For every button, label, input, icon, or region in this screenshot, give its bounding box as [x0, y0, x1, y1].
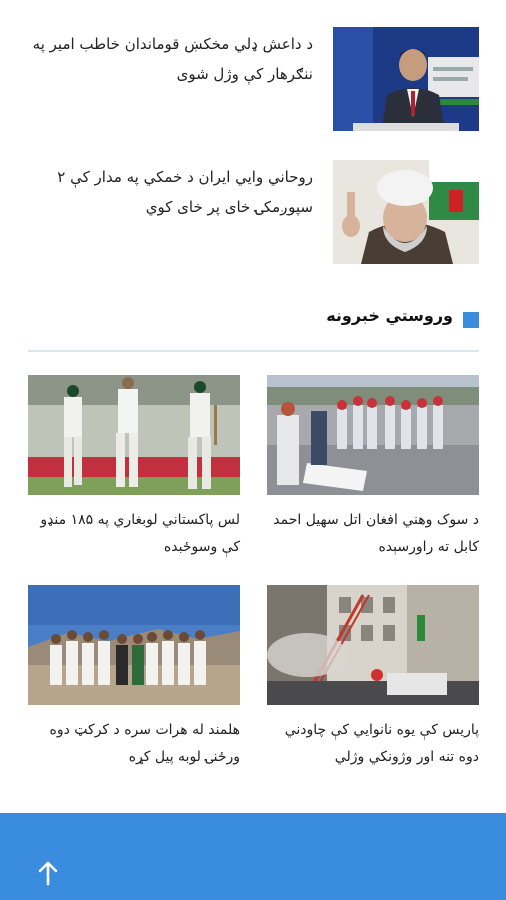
story-title[interactable]: د داعش ډلي مخکښ قوماندان خاطب امیر په نن… [28, 29, 313, 89]
footer-bar [0, 813, 506, 900]
section-divider [28, 350, 479, 352]
news-card[interactable]: لس پاکستاني لوبغاري په ۱۸۵ منډو کې وسوځب… [28, 375, 240, 561]
card-caption[interactable]: پاریس کې یوه نانوایي کې چاودني دوه تنه ا… [267, 717, 479, 771]
cricket-players-photo[interactable] [28, 375, 240, 495]
story-item[interactable]: روحاني وايي ایران د خمکي په مدار کې ۲ سپ… [0, 160, 506, 270]
arrow-up-icon[interactable] [37, 860, 59, 886]
section-marker [463, 312, 479, 328]
news-card[interactable]: هلمند له هرات سره د کرکټ دوه ورځنۍ لوبه … [28, 585, 240, 771]
paris-fire-street-photo[interactable] [267, 585, 479, 705]
speaker-at-podium-photo[interactable] [333, 27, 479, 131]
section-title: وروستي خبرونه [326, 306, 453, 325]
card-caption[interactable]: هلمند له هرات سره د کرکټ دوه ورځنۍ لوبه … [28, 717, 241, 771]
card-caption[interactable]: لس پاکستاني لوبغاري په ۱۸۵ منډو کې وسوځب… [28, 507, 240, 561]
news-card[interactable]: د سوک وهني افغان اتل سهیل احمد کابل ته ر… [267, 375, 479, 561]
story-title[interactable]: روحاني وايي ایران د خمکي په مدار کې ۲ سپ… [28, 162, 313, 222]
section-header: وروستي خبرونه [28, 300, 479, 352]
team-group-photo[interactable] [28, 585, 240, 705]
news-card[interactable]: پاریس کې یوه نانوایي کې چاودني دوه تنه ا… [267, 585, 479, 771]
ceremony-children-photo[interactable] [267, 375, 479, 495]
card-caption[interactable]: د سوک وهني افغان اتل سهیل احمد کابل ته ر… [267, 507, 479, 561]
cleric-portrait-photo[interactable] [333, 160, 479, 264]
story-item[interactable]: د داعش ډلي مخکښ قوماندان خاطب امیر په نن… [0, 27, 506, 137]
